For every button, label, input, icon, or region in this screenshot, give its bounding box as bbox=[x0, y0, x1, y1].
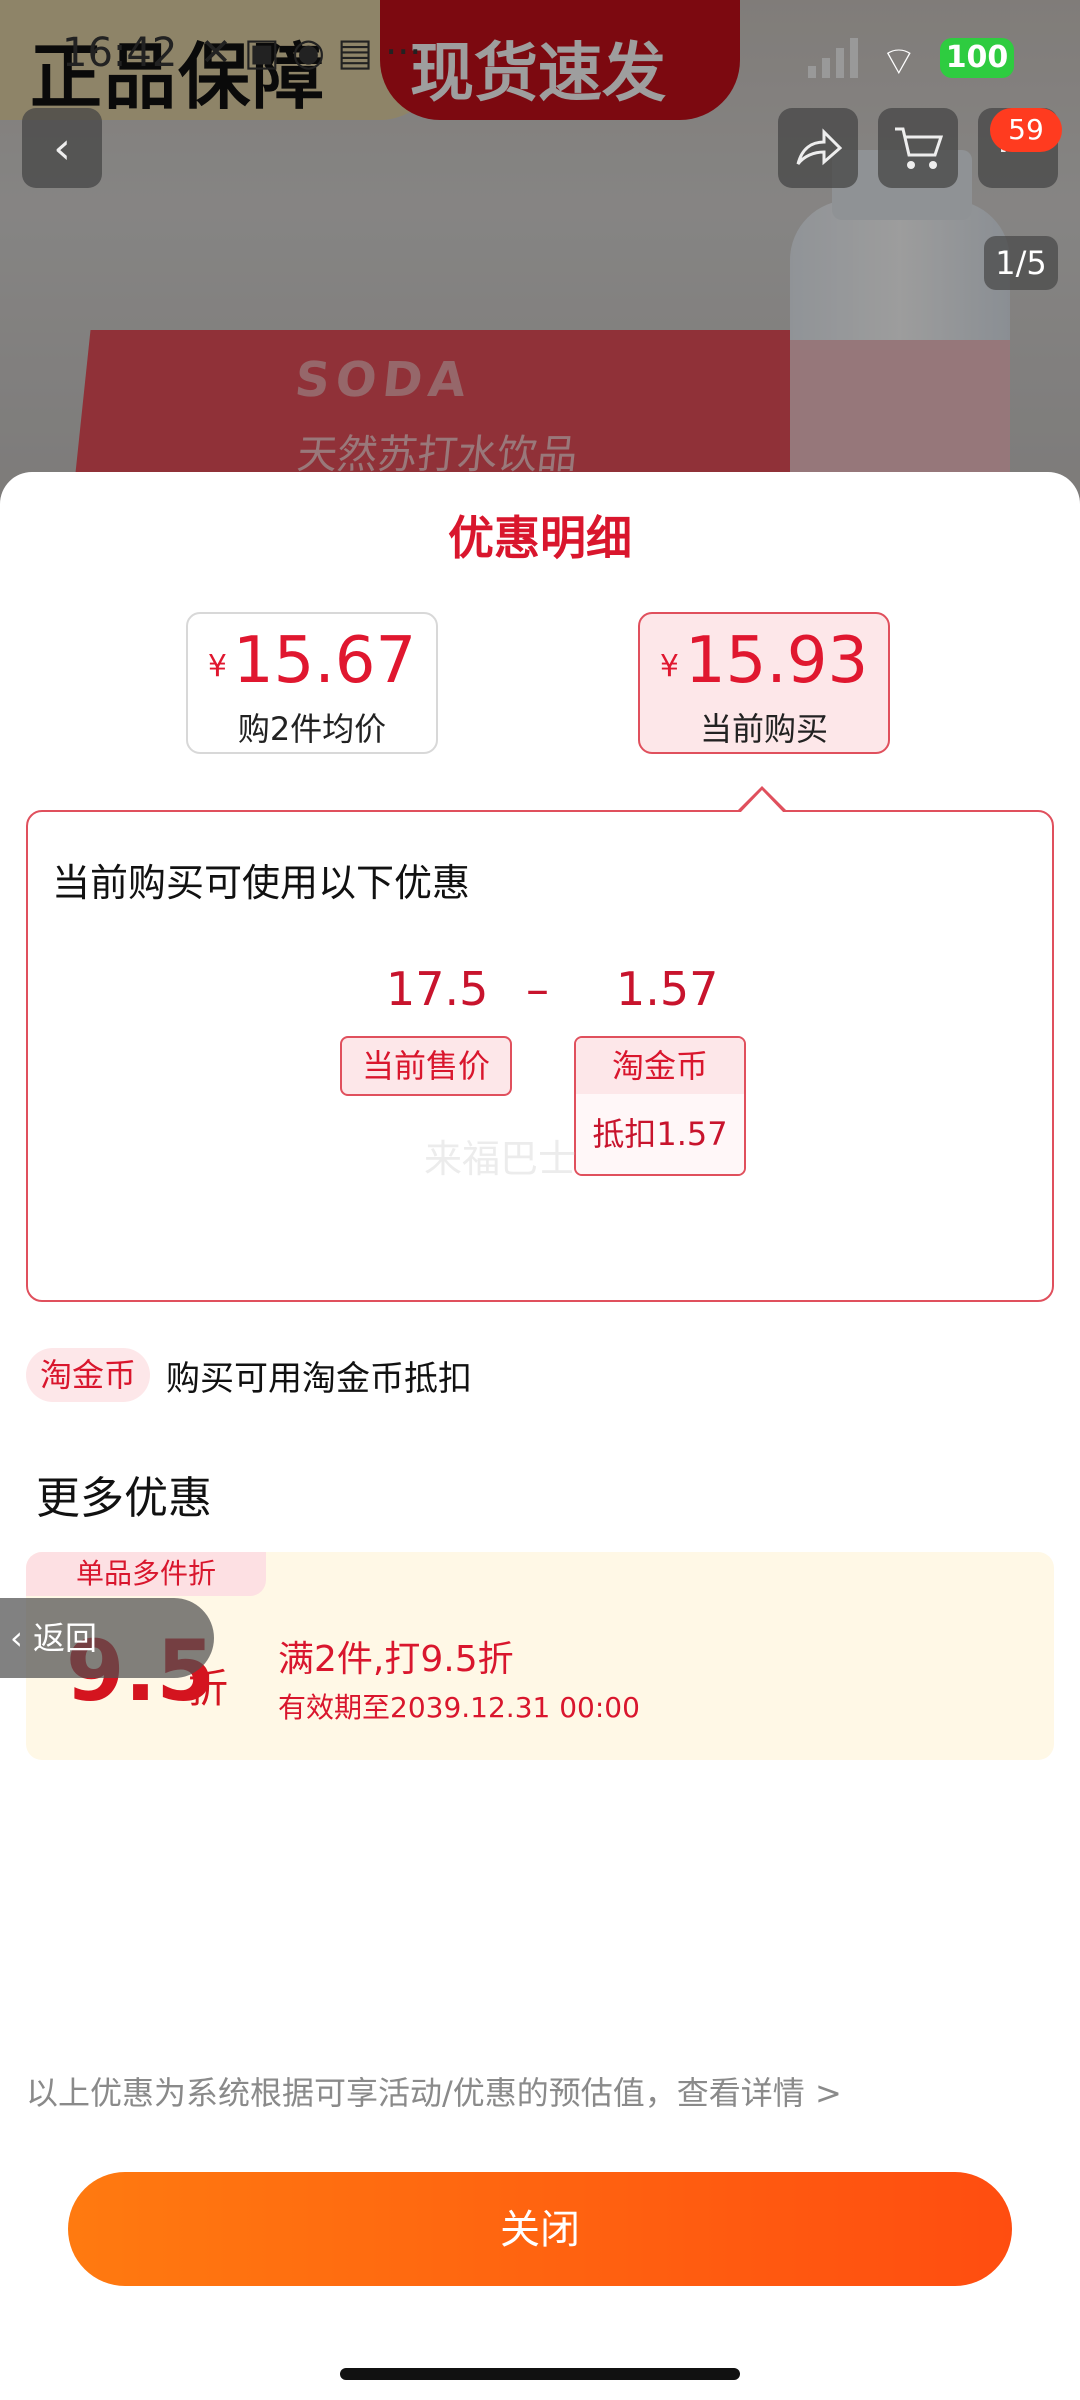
price-value: 15.67 bbox=[232, 624, 417, 698]
chevron-left-icon: ‹ bbox=[53, 122, 71, 174]
share-button[interactable] bbox=[778, 108, 858, 188]
coin-tag: 淘金币 bbox=[26, 1348, 151, 1402]
battery-icon: 100 bbox=[940, 38, 1014, 78]
back-label: 返回 bbox=[32, 1619, 97, 1657]
coin-info-row: 淘金币 购买可用淘金币抵扣 bbox=[26, 1348, 472, 1408]
home-indicator[interactable] bbox=[340, 2368, 740, 2380]
price-card-two-items[interactable]: ¥15.67 购2件均价 bbox=[186, 612, 438, 754]
price-label: 购2件均价 bbox=[237, 710, 387, 748]
sale-price-tag: 当前售价 bbox=[340, 1036, 512, 1096]
discount-corner-tag: 单品多件折 bbox=[26, 1552, 266, 1596]
coin-info-text: 购买可用淘金币抵扣 bbox=[166, 1358, 473, 1399]
status-bar: 16:42 ✕ ▣ ◉ ▤ ··· ⌔ 100 bbox=[0, 0, 1080, 110]
back-arrow-button[interactable]: ‹ bbox=[22, 108, 102, 188]
share-icon bbox=[796, 128, 842, 166]
cart-icon bbox=[895, 127, 943, 169]
price-card-current[interactable]: ¥15.93 当前购买 bbox=[638, 612, 890, 754]
wifi-icon: ⌔ bbox=[880, 39, 918, 85]
sheet-title: 优惠明细 bbox=[448, 511, 632, 565]
discount-rule: 满2件,打9.5折 bbox=[278, 1639, 514, 1680]
sale-price-value: 17.5 bbox=[386, 962, 489, 1016]
close-button[interactable]: 关闭 bbox=[68, 2172, 1012, 2286]
status-time: 16:42 bbox=[62, 30, 178, 76]
chevron-left-icon: ‹ bbox=[10, 1619, 33, 1657]
discount-validity: 有效期至2039.12.31 00:00 bbox=[278, 1691, 640, 1724]
cart-button[interactable] bbox=[878, 108, 958, 188]
notification-icons: ✕ ▣ ◉ ▤ ··· bbox=[200, 30, 422, 74]
image-pager: 1/5 bbox=[984, 236, 1058, 290]
signal-icon bbox=[808, 38, 858, 78]
coin-deduction-tag: 淘金币 抵扣1.57 bbox=[574, 1036, 746, 1176]
price-value: 15.93 bbox=[684, 624, 869, 698]
more-offers-title: 更多优惠 bbox=[36, 1473, 212, 1524]
discount-detail-sheet: 优惠明细 ¥15.67 购2件均价 ¥15.93 当前购买 当前购买可使用以下优… bbox=[0, 472, 1080, 2400]
disclaimer-link[interactable]: 以上优惠为系统根据可享活动/优惠的预估值，查看详情 > bbox=[26, 2068, 842, 2114]
cart-count-badge: 59 bbox=[990, 108, 1062, 152]
floating-back-button[interactable]: ‹ 返回 bbox=[0, 1598, 214, 1678]
discount-breakdown-box: 当前购买可使用以下优惠 17.5 – 1.57 当前售价 淘金币 抵扣1.57 … bbox=[26, 786, 1054, 1302]
deduction-value: 1.57 bbox=[616, 962, 719, 1016]
watermark: 来福巴士 bbox=[424, 1137, 577, 1181]
breakdown-heading: 当前购买可使用以下优惠 bbox=[52, 861, 471, 905]
price-label: 当前购买 bbox=[699, 710, 828, 748]
minus-sign: – bbox=[526, 962, 549, 1016]
